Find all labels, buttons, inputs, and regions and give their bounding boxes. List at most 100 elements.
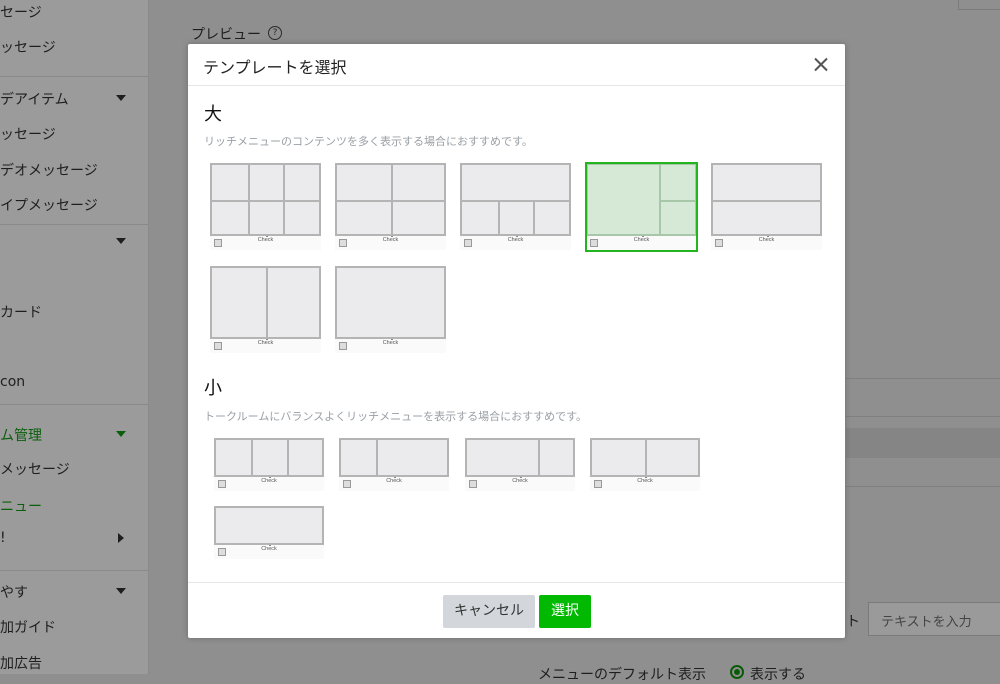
modal-header: テンプレートを選択: [188, 44, 845, 86]
template-cell: [212, 165, 248, 200]
template-cell: [390, 199, 444, 234]
sidebar-item[interactable]: ニュー: [0, 496, 148, 516]
template-option[interactable]: Check: [210, 163, 321, 251]
radio-show[interactable]: [730, 665, 744, 679]
template-cell: [251, 440, 286, 475]
selected-outline: [585, 162, 698, 252]
sidebar-item[interactable]: デオメッセージ: [0, 160, 148, 180]
template-option[interactable]: Check: [460, 163, 571, 251]
top-right-control[interactable]: [958, 0, 1000, 10]
sidebar-item-label: やす: [0, 585, 28, 601]
template-cell: [467, 440, 538, 475]
template-cell: [376, 440, 447, 475]
check-label: Check: [339, 477, 449, 484]
template-option[interactable]: Check: [335, 163, 446, 251]
sidebar-item[interactable]: ッセージ: [0, 124, 148, 144]
template-grid: [214, 438, 324, 477]
template-option[interactable]: Check: [214, 506, 324, 560]
template-cell: [283, 199, 319, 234]
sidebar-item[interactable]: 加ガイド: [0, 617, 148, 637]
template-option[interactable]: Check: [214, 438, 324, 492]
menu-default-label: メニューのデフォルト表示: [538, 667, 706, 683]
close-icon[interactable]: [810, 54, 832, 76]
template-cell: [212, 268, 266, 337]
template-grid: [210, 266, 321, 339]
select-button[interactable]: 選択: [539, 595, 591, 628]
section-small-heading: 小: [204, 378, 222, 399]
check-label: Check: [460, 236, 571, 243]
text-input[interactable]: テキストを入力: [868, 602, 1000, 636]
sidebar-divider: [0, 224, 148, 225]
template-option[interactable]: Check: [585, 162, 698, 252]
template-option[interactable]: Check: [335, 266, 446, 354]
sidebar-item-label: ム管理: [0, 428, 42, 444]
sidebar-item[interactable]: !: [0, 530, 148, 550]
template-option[interactable]: Check: [210, 266, 321, 354]
template-cell: [283, 165, 319, 200]
cancel-button[interactable]: キャンセル: [443, 595, 535, 628]
template-cell: [216, 508, 322, 543]
template-cell: [337, 165, 391, 200]
template-grid: [210, 163, 321, 236]
section-large-description: リッチメニューのコンテンツを多く表示する場合におすすめです。: [204, 135, 533, 148]
sidebar-item[interactable]: イプメッセージ: [0, 195, 148, 215]
template-cell: [537, 440, 573, 475]
chevron-down-icon: [116, 95, 126, 101]
template-chat-bar: Check: [335, 339, 446, 353]
template-option[interactable]: Check: [590, 438, 700, 492]
chevron-down-icon: [116, 431, 126, 437]
sidebar-item[interactable]: con: [0, 374, 148, 394]
template-chat-bar: Check: [460, 236, 571, 250]
template-cell: [247, 165, 284, 200]
divider: [846, 416, 1000, 417]
sidebar-item[interactable]: [0, 232, 148, 252]
sidebar-item[interactable]: デアイテム: [0, 89, 148, 109]
template-grid: [590, 438, 700, 477]
template-grid: [339, 438, 449, 477]
template-chat-bar: Check: [210, 236, 321, 250]
check-label: Check: [711, 236, 822, 243]
sidebar-item[interactable]: メッセージ: [0, 459, 148, 479]
template-option[interactable]: Check: [465, 438, 575, 492]
section-large-heading: 大: [204, 104, 222, 125]
template-cell: [337, 199, 391, 235]
sidebar-divider: [0, 570, 148, 571]
template-option[interactable]: Check: [711, 163, 822, 251]
template-grid: [214, 506, 324, 545]
modal-title: テンプレートを選択: [203, 58, 347, 77]
sidebar-item-label: 加ガイド: [0, 620, 56, 636]
sidebar-item-label: メッセージ: [0, 462, 70, 478]
template-chat-bar: Check: [214, 545, 324, 559]
template-cell: [592, 440, 645, 475]
chevron-down-icon: [116, 588, 126, 594]
field-label-fragment: ト: [846, 614, 860, 630]
sidebar-item-label: セージ: [0, 5, 42, 21]
sidebar-item[interactable]: 加広告: [0, 653, 148, 673]
sidebar-item-label: 加広告: [0, 656, 42, 672]
help-icon[interactable]: ?: [268, 26, 282, 40]
sidebar-item-label: デアイテム: [0, 92, 69, 108]
template-chat-bar: Check: [590, 477, 700, 491]
template-grid: [335, 163, 446, 236]
template-cell: [462, 165, 569, 200]
template-chat-bar: Check: [214, 477, 324, 491]
section-small-description: トークルームにバランスよくリッチメニューを表示する場合におすすめです。: [204, 410, 588, 423]
chevron-right-icon: [118, 533, 124, 543]
sidebar-item[interactable]: ム管理: [0, 425, 148, 445]
template-cell: [462, 199, 498, 235]
template-cell: [533, 199, 569, 234]
template-cell: [247, 199, 284, 234]
template-cell: [497, 199, 534, 234]
template-cell: [390, 165, 445, 200]
sidebar-item[interactable]: セージ: [0, 2, 148, 22]
template-option[interactable]: Check: [339, 438, 449, 492]
sidebar-item-label: デオメッセージ: [0, 163, 98, 179]
sidebar-item[interactable]: やす: [0, 582, 148, 602]
template-chat-bar: Check: [465, 477, 575, 491]
modal-footer: キャンセル 選択: [188, 582, 845, 638]
check-label: Check: [590, 477, 700, 484]
sidebar-divider: [0, 76, 148, 77]
sidebar-item[interactable]: カード: [0, 302, 148, 322]
sidebar-item[interactable]: ッセージ: [0, 37, 148, 57]
template-cell: [645, 440, 698, 475]
